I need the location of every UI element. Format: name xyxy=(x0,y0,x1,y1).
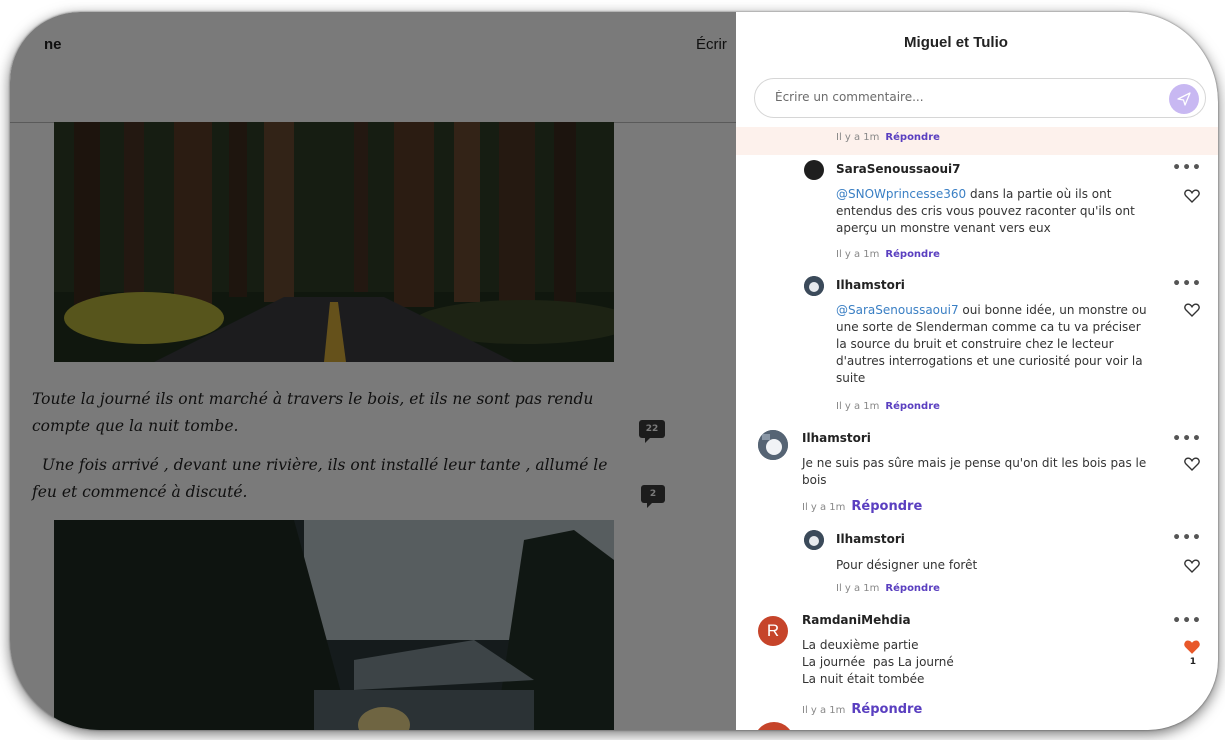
heart-icon[interactable] xyxy=(1184,559,1200,573)
avatar[interactable] xyxy=(804,276,824,296)
like-count: 1 xyxy=(1189,657,1196,667)
comment-count-badge[interactable]: 22 xyxy=(639,420,665,443)
avatar[interactable] xyxy=(758,430,788,460)
forest-road-image xyxy=(54,122,614,362)
story-view: ne Écrir Toute la journé ils ont marché … xyxy=(10,12,736,730)
reply-button[interactable]: Répondre xyxy=(885,132,940,143)
more-options-icon[interactable]: ••• xyxy=(1172,160,1202,176)
comment-time: Il y a 1m xyxy=(802,502,846,513)
heart-icon[interactable] xyxy=(1184,457,1200,471)
comment-text: Pour désigner une forêt xyxy=(836,558,978,572)
comment-meta: Il y a 1m Répondre xyxy=(836,132,940,143)
window-frame: ne Écrir Toute la journé ils ont marché … xyxy=(10,12,1218,730)
mention-link[interactable]: @SNOWprincesse360 xyxy=(836,187,966,201)
more-options-icon[interactable]: ••• xyxy=(1172,530,1202,546)
comment-meta: Il y a 1m Répondre xyxy=(836,401,940,412)
comment-input-box[interactable] xyxy=(754,78,1206,118)
avatar[interactable]: R xyxy=(758,616,788,646)
mention-link[interactable]: @SaraSenoussaoui7 xyxy=(836,303,959,317)
more-options-icon[interactable]: ••• xyxy=(1172,276,1202,292)
avatar[interactable] xyxy=(804,160,824,180)
comment-meta: Il y a 1m Répondre xyxy=(802,702,922,717)
reply-button[interactable]: Répondre xyxy=(885,401,940,412)
comment-meta: Il y a 1m Répondre xyxy=(836,583,940,594)
comment-username[interactable]: SaraSenoussaoui7 xyxy=(836,162,961,176)
panel-title: Miguel et Tulio xyxy=(904,34,1008,51)
reply-button[interactable]: Répondre xyxy=(885,249,940,260)
comment-meta: Il y a 1m Répondre xyxy=(802,499,922,514)
comment-count-badge[interactable]: 2 xyxy=(641,485,665,508)
heart-icon[interactable] xyxy=(1184,303,1200,317)
more-options-icon[interactable]: ••• xyxy=(1172,431,1202,447)
comment-meta: Il y a 1m Répondre xyxy=(836,249,940,260)
avatar[interactable] xyxy=(754,722,794,730)
comment-line: La journée pas La journé xyxy=(802,655,954,669)
brand-link[interactable]: ne xyxy=(44,36,62,53)
story-header: ne Écrir xyxy=(10,12,736,123)
comment-time: Il y a 1m xyxy=(802,705,846,716)
comment-input[interactable] xyxy=(773,89,1157,105)
comment-username[interactable]: Ilhamstori xyxy=(802,431,871,445)
more-options-icon[interactable]: ••• xyxy=(1172,613,1202,629)
write-link[interactable]: Écrir xyxy=(696,36,727,53)
comment-text: La deuxième partie La journée pas La jou… xyxy=(802,637,1142,688)
comment-text: @SaraSenoussaoui7 oui bonne idée, un mon… xyxy=(836,303,1147,385)
comment-text: Je ne suis pas sûre mais je pense qu'on … xyxy=(802,456,1147,487)
comment-time: Il y a 1m xyxy=(836,583,880,594)
reply-button[interactable]: Répondre xyxy=(851,702,922,717)
comment-row-highlight xyxy=(736,127,1218,155)
heart-icon[interactable] xyxy=(1184,189,1200,203)
story-paragraph: Toute la journé ils ont marché à travers… xyxy=(32,390,594,435)
heart-filled-icon[interactable] xyxy=(1184,640,1200,654)
story-paragraph: Une fois arrivé , devant une rivière, il… xyxy=(32,456,613,501)
comments-panel: Miguel et Tulio Il y a 1m Répondre SaraSe… xyxy=(736,12,1218,730)
comment-time: Il y a 1m xyxy=(836,401,880,412)
comment-time: Il y a 1m xyxy=(836,132,880,143)
comment-username[interactable]: RamdaniMehdia xyxy=(802,613,911,627)
comment-line: La deuxième partie xyxy=(802,638,919,652)
comment-text: @SNOWprincesse360 dans la partie où ils … xyxy=(836,187,1135,235)
avatar[interactable] xyxy=(804,530,824,550)
send-button[interactable] xyxy=(1169,84,1199,114)
comment-username[interactable]: Ilhamstori xyxy=(836,278,905,292)
campfire-image xyxy=(54,520,614,730)
comment-username[interactable]: Ilhamstori xyxy=(836,532,905,546)
comment-line: La nuit était tombée xyxy=(802,672,925,686)
comment-time: Il y a 1m xyxy=(836,249,880,260)
reply-button[interactable]: Répondre xyxy=(851,499,922,514)
send-icon xyxy=(1177,92,1191,106)
reply-button[interactable]: Répondre xyxy=(885,583,940,594)
